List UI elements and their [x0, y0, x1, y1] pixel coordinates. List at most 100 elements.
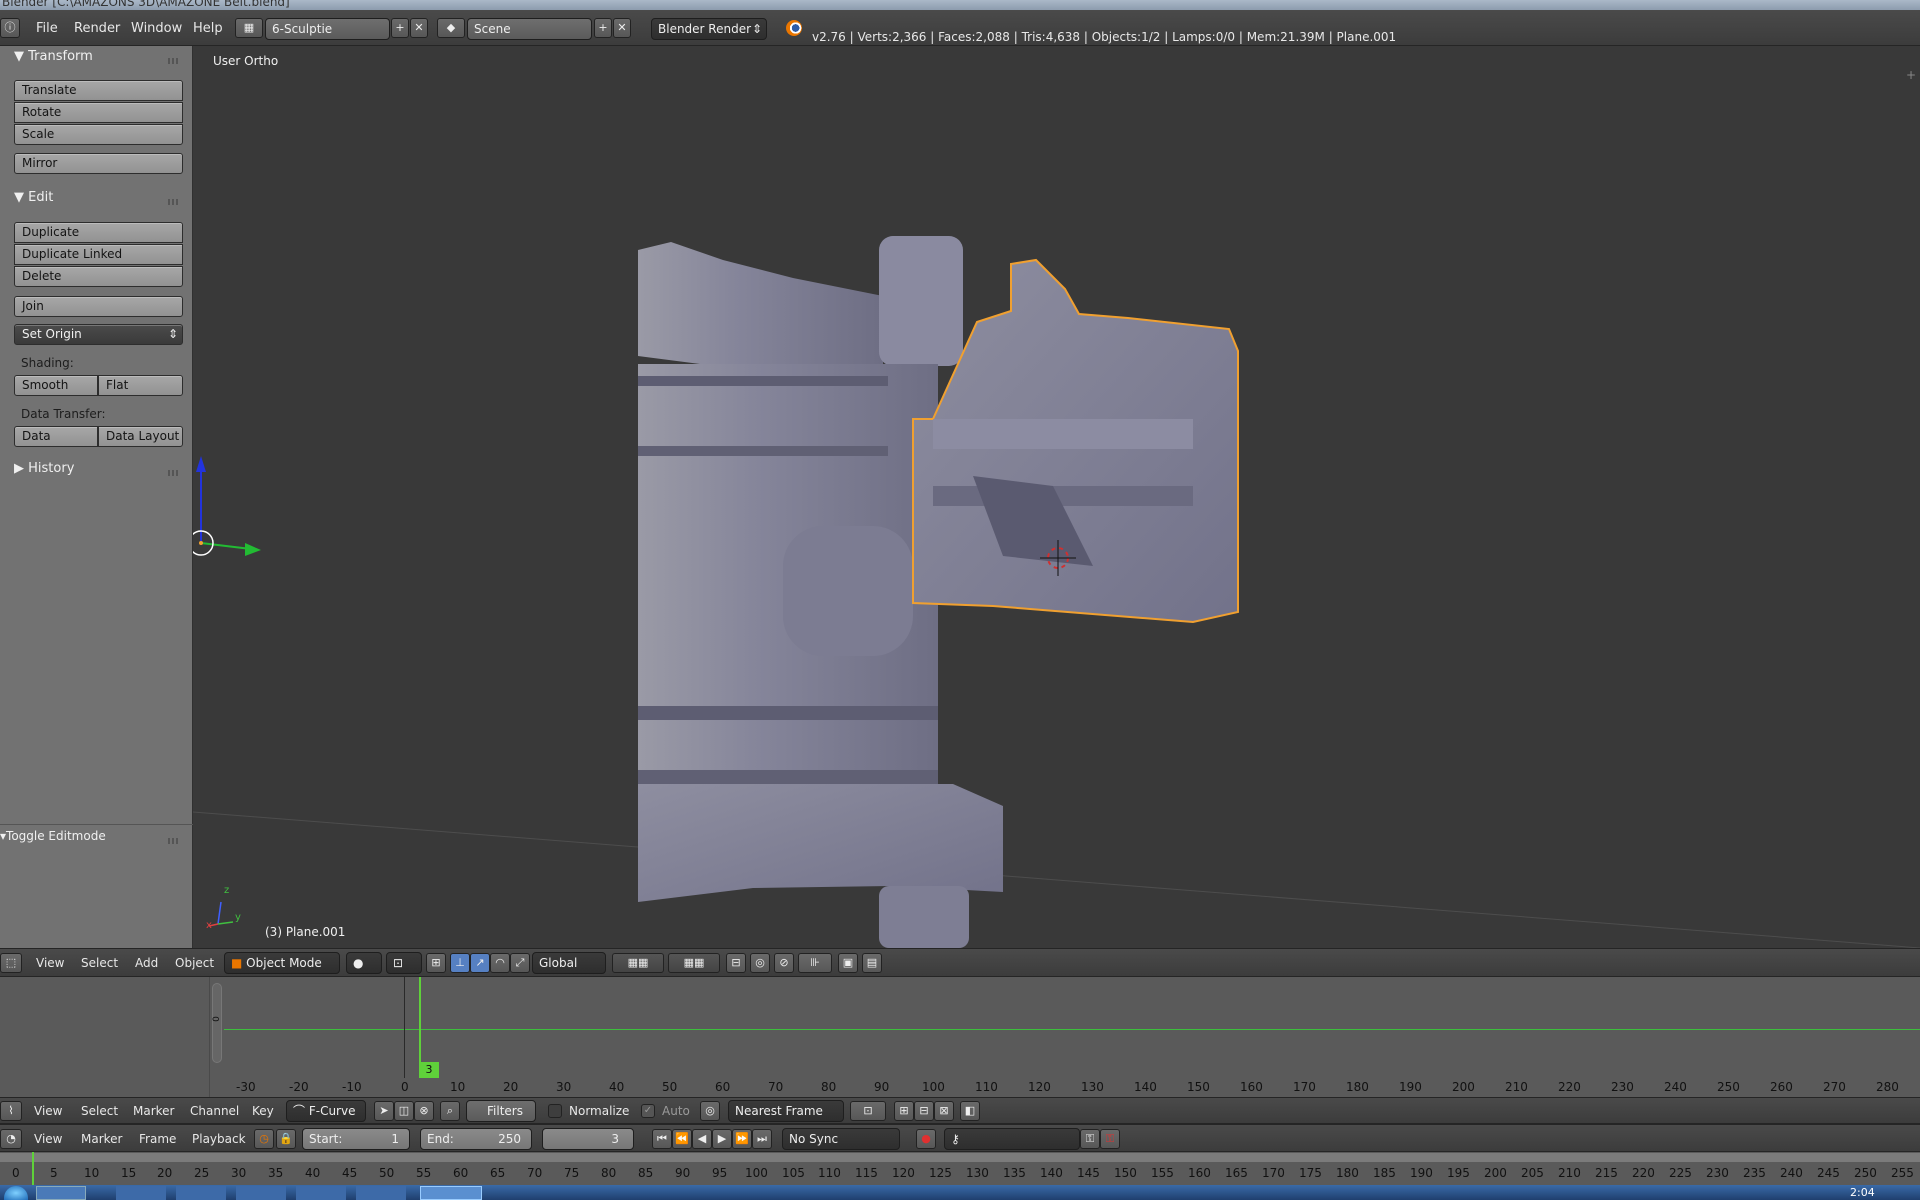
occlude-icon[interactable]: ⊞	[426, 953, 446, 973]
panel-grip-icon[interactable]	[168, 58, 180, 64]
start-button-icon[interactable]	[4, 1186, 28, 1200]
operator-panel-header[interactable]: ▾Toggle Editmode	[0, 829, 106, 843]
view3d-menu-select[interactable]: Select	[81, 956, 118, 970]
remove-scene-icon[interactable]: ✕	[613, 18, 631, 38]
editor-type-3d-icon[interactable]: ⬚	[0, 953, 22, 973]
auto-checkbox[interactable]: ✓	[641, 1104, 655, 1118]
orientation-dropdown[interactable]: Global	[532, 952, 606, 974]
data-layout-button[interactable]: Data Layout	[98, 426, 183, 447]
only-selected-icon[interactable]: ➤	[374, 1101, 394, 1121]
graph-menu-view[interactable]: View	[34, 1104, 62, 1118]
smooth-shading-button[interactable]: Smooth	[14, 375, 98, 396]
copy-keyframes-icon[interactable]: ⊞	[894, 1101, 914, 1121]
edit-panel-header[interactable]: ▼ Edit	[14, 190, 53, 205]
editor-type-graph-icon[interactable]: ⌇	[0, 1101, 22, 1121]
graph-menu-marker[interactable]: Marker	[133, 1104, 174, 1118]
layer-lock-icon[interactable]: ⊟	[726, 953, 746, 973]
viewport-shading-dropdown[interactable]: ●	[346, 952, 382, 974]
channel-scrollbar[interactable]	[212, 983, 222, 1063]
view3d-menu-view[interactable]: View	[36, 956, 64, 970]
jump-next-keyframe-icon[interactable]: ⏩	[732, 1129, 752, 1149]
data-transfer-button[interactable]: Data	[14, 426, 98, 447]
transform-panel-header[interactable]: ▼ Transform	[14, 49, 93, 64]
pivot-dropdown[interactable]: ⊡	[386, 952, 422, 974]
add-scene-icon[interactable]: +	[594, 18, 612, 38]
graph-editor[interactable]: 0 3 -30 -20 -10 0 10 20 30 40 50 60 70 8…	[0, 977, 1920, 1097]
start-frame-field[interactable]: Start: 1	[302, 1128, 410, 1150]
current-frame-field[interactable]: 3	[542, 1128, 634, 1150]
transform-manipulator[interactable]	[193, 456, 261, 556]
layer-buttons-1[interactable]: ▦▦	[612, 953, 664, 973]
render-animation-icon[interactable]: ▤	[862, 953, 882, 973]
insert-keyframe-icon[interactable]: ⚿	[1080, 1129, 1100, 1149]
search-filter-icon[interactable]: ⌕	[440, 1101, 460, 1121]
screen-layout-icon[interactable]: ▦	[235, 18, 263, 38]
channel-region[interactable]	[0, 977, 210, 1097]
menu-file[interactable]: File	[36, 21, 58, 36]
menu-window[interactable]: Window	[131, 21, 182, 36]
scene-field[interactable]: Scene	[467, 18, 592, 40]
delete-keyframe-icon[interactable]: ⚿	[1100, 1129, 1120, 1149]
only-errors-icon[interactable]: ⊗	[414, 1101, 434, 1121]
mirror-button[interactable]: Mirror	[14, 153, 183, 174]
view3d-menu-object[interactable]: Object	[175, 956, 214, 970]
auto-keying-record-icon[interactable]: ●	[916, 1129, 936, 1149]
timeline-menu-frame[interactable]: Frame	[139, 1132, 176, 1146]
3d-viewport[interactable]: User Ortho z y x (3) Plane.001 +	[193, 46, 1920, 948]
graph-menu-channel[interactable]: Channel	[190, 1104, 239, 1118]
translate-manipulator-icon[interactable]: ↗	[470, 953, 490, 973]
end-frame-field[interactable]: End: 250	[420, 1128, 532, 1150]
graph-mode-dropdown[interactable]: ⌒ F-Curve	[286, 1100, 366, 1122]
rotate-button[interactable]: Rotate	[14, 102, 183, 123]
scene-icon[interactable]: ◆	[437, 18, 465, 38]
normalize-checkbox[interactable]	[548, 1104, 562, 1118]
editor-type-info-icon[interactable]: ⓘ	[0, 18, 20, 38]
panel-grip-icon[interactable]	[168, 838, 180, 844]
taskbar-app-icon[interactable]	[116, 1186, 166, 1200]
add-screen-icon[interactable]: +	[391, 18, 409, 38]
snap-mode-dropdown[interactable]: Nearest Frame	[728, 1100, 844, 1122]
sync-mode-dropdown[interactable]: No Sync	[782, 1128, 900, 1150]
snap-element-dropdown[interactable]: ⊪	[798, 953, 832, 973]
manipulator-toggle-icon[interactable]: ⊥	[450, 953, 470, 973]
ghost-curves-icon[interactable]: ◧	[960, 1101, 980, 1121]
taskbar-blender-icon[interactable]	[420, 1186, 482, 1200]
paste-flipped-icon[interactable]: ⊠	[934, 1101, 954, 1121]
taskbar-app-icon[interactable]	[356, 1186, 406, 1200]
taskbar-app-icon[interactable]	[176, 1186, 226, 1200]
flat-shading-button[interactable]: Flat	[98, 375, 183, 396]
pivot-point-dropdown[interactable]: ⊡	[850, 1101, 886, 1121]
panel-grip-icon[interactable]	[168, 470, 180, 476]
editor-type-timeline-icon[interactable]: ◔	[0, 1129, 22, 1149]
proportional-edit-icon[interactable]: ◎	[750, 953, 770, 973]
mode-dropdown[interactable]: ■ Object Mode	[224, 952, 340, 974]
remove-screen-icon[interactable]: ✕	[410, 18, 428, 38]
taskbar-app-icon[interactable]	[296, 1186, 346, 1200]
scale-button[interactable]: Scale	[14, 124, 183, 145]
join-button[interactable]: Join	[14, 296, 183, 317]
auto-normalize-icon[interactable]: ◎	[700, 1101, 720, 1121]
preview-range-icon[interactable]: ◷	[254, 1129, 274, 1149]
play-reverse-icon[interactable]: ◀	[692, 1129, 712, 1149]
jump-start-icon[interactable]: ⏮	[652, 1129, 672, 1149]
history-panel-header[interactable]: ▶ History	[14, 461, 74, 476]
duplicate-button[interactable]: Duplicate	[14, 222, 183, 243]
layer-buttons-2[interactable]: ▦▦	[668, 953, 720, 973]
panel-grip-icon[interactable]	[168, 199, 180, 205]
keying-set-field[interactable]: ⚷	[944, 1128, 1080, 1150]
taskbar-app-icon[interactable]	[236, 1186, 286, 1200]
jump-end-icon[interactable]: ⏭	[752, 1129, 772, 1149]
duplicate-linked-button[interactable]: Duplicate Linked	[14, 244, 183, 265]
set-origin-dropdown[interactable]: Set Origin ⇕	[14, 324, 183, 345]
filters-button[interactable]: Filters	[466, 1100, 536, 1122]
graph-menu-key[interactable]: Key	[252, 1104, 274, 1118]
lock-frame-icon[interactable]: 🔒	[276, 1129, 296, 1149]
jump-prev-keyframe-icon[interactable]: ⏪	[672, 1129, 692, 1149]
render-icon[interactable]: ▣	[838, 953, 858, 973]
timeline-menu-playback[interactable]: Playback	[192, 1132, 246, 1146]
scale-manipulator-icon[interactable]: ⤢	[510, 953, 530, 973]
timeline-menu-view[interactable]: View	[34, 1132, 62, 1146]
show-hidden-icon[interactable]: ◫	[394, 1101, 414, 1121]
delete-button[interactable]: Delete	[14, 266, 183, 287]
menu-render[interactable]: Render	[74, 21, 120, 36]
